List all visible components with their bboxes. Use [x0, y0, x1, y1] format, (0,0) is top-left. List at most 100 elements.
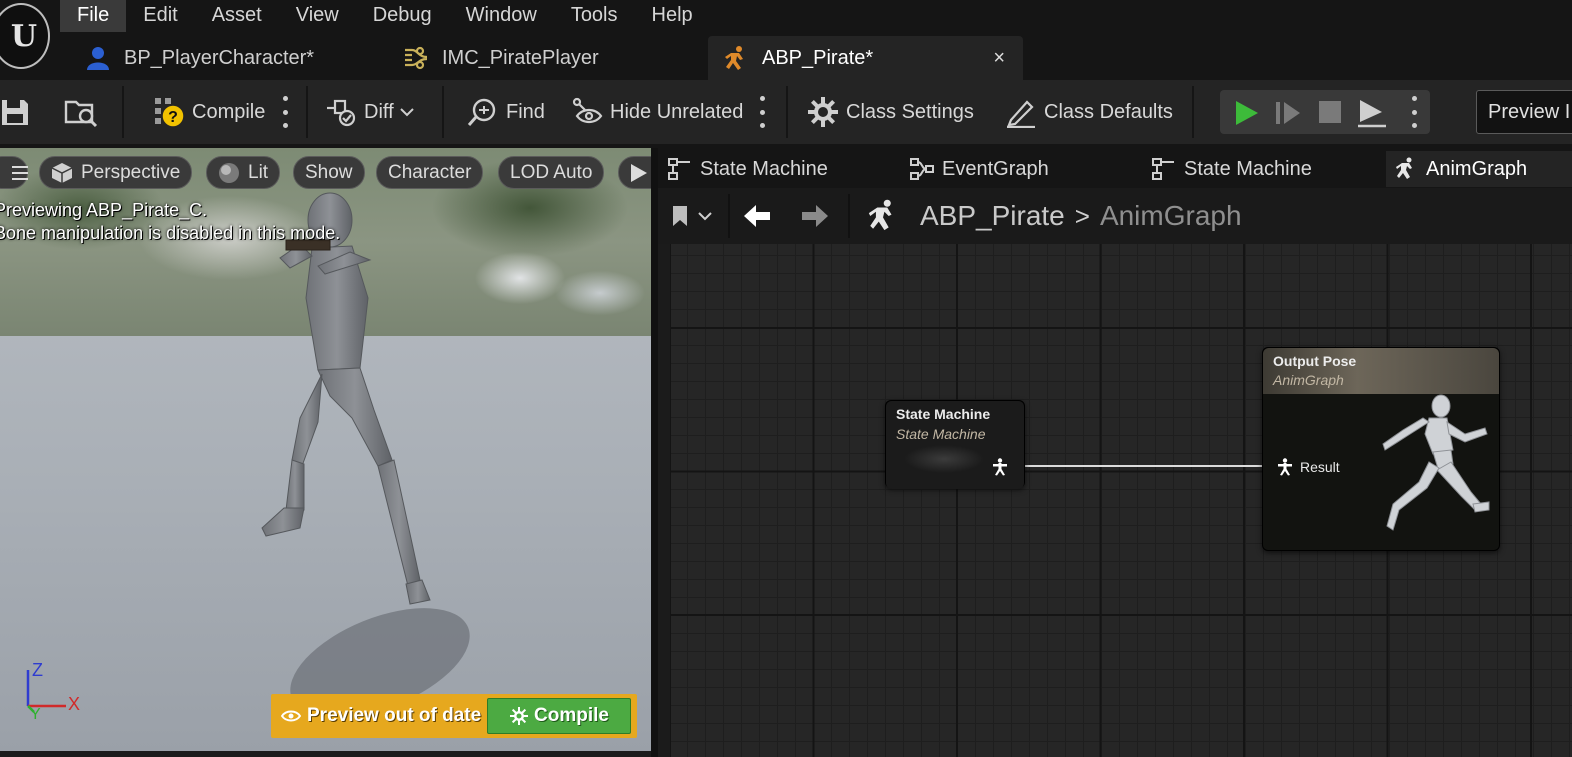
doc-tab-label: ABP_Pirate* [762, 46, 874, 69]
anim-blueprint-icon [722, 44, 750, 72]
node-subtitle: State Machine [896, 426, 986, 442]
lod-label: LOD Auto [510, 162, 593, 183]
graph-tab-state-machine-2[interactable]: State Machine [1146, 151, 1376, 187]
lod-button[interactable]: LOD Auto [498, 156, 605, 189]
viewport-menu-button[interactable] [0, 156, 28, 189]
perspective-label: Perspective [81, 162, 181, 183]
preview-warning-label: Preview out of date [307, 705, 482, 726]
chevron-down-icon [399, 107, 414, 117]
breadcrumb: ABP_Pirate > AnimGraph [866, 188, 1242, 244]
diff-button[interactable]: Diff [324, 90, 414, 134]
eye-icon [281, 709, 301, 723]
doc-tab-imc-pirateplayer[interactable]: IMC_PiratePlayer [390, 36, 700, 80]
viewport-bottom-border [0, 751, 651, 757]
menu-window[interactable]: Window [449, 0, 554, 32]
state-machine-icon [1150, 157, 1178, 181]
chevron-down-icon [698, 211, 712, 221]
graph-tab-bar: State Machine EventGraph State Machine A… [658, 148, 1572, 188]
preview-viewport[interactable]: Perspective Lit Show Character LOD Auto … [0, 148, 651, 757]
possess-eject-icon[interactable] [1356, 98, 1388, 133]
menu-debug[interactable]: Debug [356, 0, 449, 32]
preview-compile-button[interactable]: Compile [487, 698, 631, 734]
show-label: Show [305, 162, 353, 183]
toolbar-separator [786, 86, 788, 138]
viewport-info-line: Bone manipulation is disabled in this mo… [0, 223, 341, 243]
graph-tab-label: AnimGraph [1426, 157, 1528, 180]
find-button[interactable]: Find [466, 90, 545, 134]
class-settings-label: Class Settings [846, 100, 974, 123]
toolbar-separator [1192, 86, 1194, 138]
bookmark-button[interactable] [670, 188, 712, 244]
graph-tab-eventgraph[interactable]: EventGraph [904, 151, 1134, 187]
show-button[interactable]: Show [293, 156, 365, 189]
state-machine-node[interactable]: State Machine State Machine [885, 400, 1025, 489]
menu-edit[interactable]: Edit [126, 0, 194, 32]
hide-unrelated-button[interactable]: Hide Unrelated [570, 90, 743, 134]
axis-y-label: Y [30, 706, 41, 723]
playback-button[interactable] [618, 156, 651, 189]
edit-defaults-icon [1004, 95, 1038, 129]
cube-icon [51, 162, 73, 184]
folder-search-icon [64, 95, 98, 129]
class-settings-button[interactable]: Class Settings [806, 90, 974, 134]
menu-tools[interactable]: Tools [554, 0, 635, 32]
stop-icon[interactable] [1318, 100, 1342, 129]
step-frame-icon[interactable] [1274, 99, 1302, 132]
anim-graph-canvas[interactable]: State Machine State Machine Output Pose … [658, 244, 1572, 757]
class-defaults-button[interactable]: Class Defaults [1004, 90, 1173, 134]
character-button[interactable]: Character [376, 156, 484, 189]
graph-tab-label: State Machine [1184, 157, 1312, 180]
event-graph-icon [908, 157, 936, 181]
compile-button[interactable]: ? Compile [152, 90, 265, 134]
perspective-button[interactable]: Perspective [39, 156, 193, 189]
anim-graph-icon [1392, 157, 1420, 181]
pose-input-pin-icon[interactable] [1277, 458, 1293, 476]
hide-unrelated-label: Hide Unrelated [610, 100, 744, 123]
preview-warning: Preview out of date [281, 694, 481, 738]
diff-label: Diff [364, 100, 394, 123]
svg-text:?: ? [168, 109, 178, 126]
node-preview-blur [904, 445, 984, 473]
toolbar-separator [442, 86, 444, 138]
menu-help[interactable]: Help [635, 0, 710, 32]
gear-icon [806, 95, 840, 129]
menu-file[interactable]: File [60, 0, 127, 32]
input-mapping-icon [402, 44, 430, 72]
find-label: Find [506, 100, 545, 123]
menu-view[interactable]: View [279, 0, 356, 32]
breadcrumb-root[interactable]: ABP_Pirate [920, 200, 1065, 232]
doc-tab-bp-playercharacter[interactable]: BP_PlayerCharacter* [72, 36, 372, 80]
result-pin-label: Result [1300, 459, 1340, 475]
breadcrumb-current: AnimGraph [1099, 200, 1242, 231]
doc-tab-label: BP_PlayerCharacter* [124, 46, 315, 69]
graph-tab-animgraph[interactable]: AnimGraph [1386, 151, 1572, 187]
main-menu: File Edit Asset View Debug Window Tools … [60, 0, 710, 32]
state-machine-icon [666, 157, 694, 181]
preview-instance-selector[interactable]: Preview I [1476, 90, 1572, 134]
hamburger-icon [12, 165, 28, 180]
preview-out-of-date-banner: Preview out of date Compile [271, 694, 637, 738]
breadcrumb-separator-chevron: > [1074, 200, 1090, 231]
doc-tab-abp-pirate[interactable]: ABP_Pirate* × [708, 36, 1023, 80]
save-icon [0, 95, 32, 129]
play-options-icon[interactable] [1410, 96, 1418, 128]
toolbar-separator [122, 86, 124, 138]
axis-x-label: X [68, 694, 81, 714]
graph-tab-label: EventGraph [942, 157, 1049, 180]
output-pose-node[interactable]: Output Pose AnimGraph Result [1262, 347, 1500, 551]
pose-output-pin-icon[interactable] [992, 458, 1008, 476]
graph-tab-state-machine-1[interactable]: State Machine [662, 151, 892, 187]
hide-unrelated-options-icon[interactable] [758, 96, 766, 128]
play-icon[interactable] [1232, 99, 1260, 132]
pose-wire[interactable] [1022, 465, 1265, 467]
compile-options-icon[interactable] [281, 96, 289, 128]
breadcrumb-separator [728, 194, 730, 238]
lit-button[interactable]: Lit [206, 156, 281, 189]
forward-button[interactable] [800, 188, 830, 244]
panel-splitter[interactable] [651, 148, 658, 757]
back-button[interactable] [742, 188, 772, 244]
save-button[interactable] [0, 90, 38, 134]
browse-asset-button[interactable] [64, 90, 104, 134]
menu-asset[interactable]: Asset [195, 0, 279, 32]
close-tab-icon[interactable]: × [993, 47, 1005, 70]
